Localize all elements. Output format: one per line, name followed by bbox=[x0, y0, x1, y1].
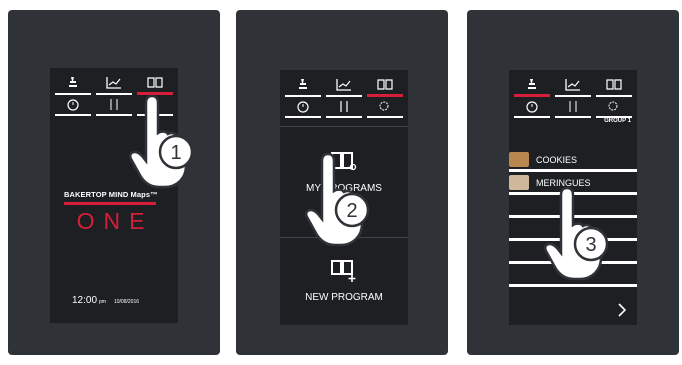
clock-time: 12:00 bbox=[72, 295, 98, 306]
timer-icon[interactable] bbox=[285, 98, 321, 115]
model-name: ONE bbox=[76, 208, 154, 234]
step-number: 2 bbox=[346, 200, 357, 222]
manual-baking-icon[interactable] bbox=[55, 74, 91, 91]
cookies-thumbnail bbox=[509, 152, 529, 167]
clock: 12:00 pm 10/08/2016 bbox=[72, 295, 139, 306]
program-name: COOKIES bbox=[536, 155, 578, 165]
device-panel-home: BAKERTOP MIND Maps™ ONE 12:00 pm 10/08/201… bbox=[8, 10, 220, 355]
timer-icon[interactable] bbox=[55, 96, 91, 113]
brand-underline bbox=[64, 202, 156, 205]
new-program-book-icon[interactable] bbox=[330, 258, 358, 282]
book-icon[interactable] bbox=[596, 76, 632, 93]
tab-grid bbox=[285, 76, 403, 118]
menu-divider bbox=[280, 126, 408, 127]
step-number: 1 bbox=[170, 142, 181, 164]
program-list-item[interactable]: COOKIES bbox=[509, 150, 637, 172]
steps-icon[interactable] bbox=[326, 98, 362, 115]
settings-icon[interactable] bbox=[367, 98, 403, 115]
chevron-right-icon[interactable] bbox=[615, 303, 629, 317]
chart-icon[interactable] bbox=[555, 76, 591, 93]
book-icon[interactable] bbox=[367, 76, 403, 93]
device-panel-menu: MY PROGRAMS NEW PROGRAM 2 bbox=[236, 10, 448, 355]
steps-icon[interactable] bbox=[555, 98, 591, 115]
timer-icon[interactable] bbox=[514, 98, 550, 115]
group-label: GROUP 1 bbox=[604, 118, 631, 124]
new-program-button[interactable]: NEW PROGRAM bbox=[280, 292, 408, 303]
manual-baking-icon[interactable] bbox=[285, 76, 321, 93]
settings-icon[interactable] bbox=[596, 98, 632, 115]
book-icon[interactable] bbox=[137, 74, 173, 91]
pointing-hand-icon: 1 bbox=[128, 94, 194, 189]
chart-icon[interactable] bbox=[326, 76, 362, 93]
manual-baking-icon[interactable] bbox=[514, 76, 550, 93]
meringues-thumbnail bbox=[509, 175, 529, 190]
clock-date: 10/08/2016 bbox=[113, 299, 140, 305]
device-panel-list: GROUP 1 COOKIES MERINGUES 3 bbox=[467, 10, 679, 355]
step-number: 3 bbox=[585, 234, 596, 256]
pointing-hand-icon: 2 bbox=[304, 152, 370, 247]
tab-grid bbox=[514, 76, 632, 118]
chart-icon[interactable] bbox=[96, 74, 132, 91]
pointing-hand-icon: 3 bbox=[543, 186, 609, 281]
clock-ampm: pm bbox=[99, 299, 106, 305]
